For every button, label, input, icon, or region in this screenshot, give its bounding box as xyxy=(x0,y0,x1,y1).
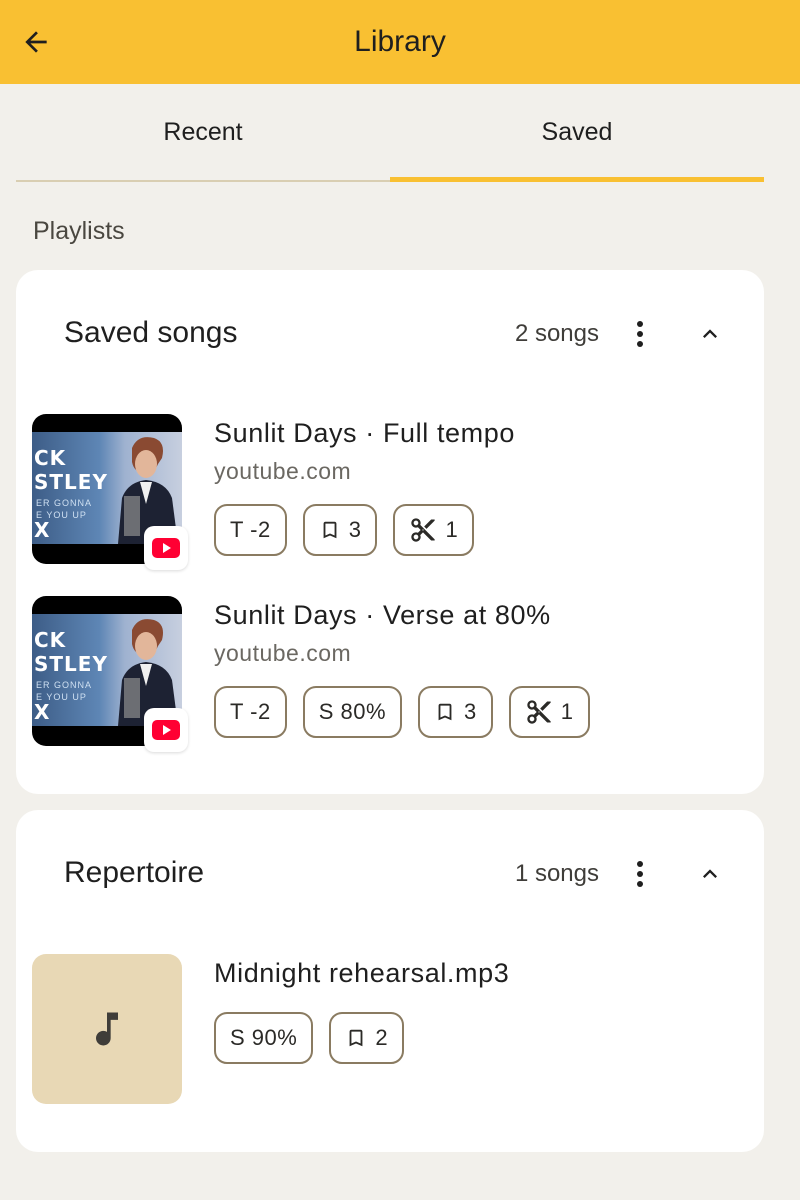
playlist-count: 1 songs xyxy=(514,860,599,887)
playlist-count: 2 songs xyxy=(514,320,599,347)
more-vert-icon xyxy=(637,321,643,347)
playlist-card-repertoire: Repertoire 1 songs Midnight rehearsal.mp… xyxy=(16,810,764,1152)
app-bar: Library xyxy=(0,0,800,84)
cuts-chip: 1 xyxy=(508,686,590,738)
list-item[interactable]: Midnight rehearsal.mp3 S 90% 2 xyxy=(32,954,752,1104)
audio-thumbnail xyxy=(32,954,182,1104)
playlist-collapse-button[interactable] xyxy=(690,316,730,352)
tab-saved[interactable]: Saved xyxy=(390,84,764,182)
bookmark-icon xyxy=(349,1029,363,1047)
list-item[interactable]: CK STLEY ER GONNA E YOU UP X Sunlit Days… xyxy=(32,596,752,752)
thumbnail-text: CK xyxy=(34,628,67,652)
cuts-chip: 1 xyxy=(393,504,475,556)
bookmarks-chip: 2 xyxy=(329,1012,405,1064)
back-button[interactable] xyxy=(14,20,58,64)
song-title: Midnight rehearsal.mp3 xyxy=(214,958,510,988)
chevron-up-icon xyxy=(703,869,717,878)
song-title: Sunlit Days · Full tempo xyxy=(214,418,515,448)
thumbnail-text: STLEY xyxy=(34,652,108,676)
youtube-badge xyxy=(144,708,188,752)
section-label: Playlists xyxy=(33,217,125,245)
tab-recent[interactable]: Recent xyxy=(16,84,390,180)
playlist-collapse-button[interactable] xyxy=(690,856,730,892)
youtube-icon xyxy=(152,538,180,558)
youtube-icon xyxy=(152,720,180,740)
list-item[interactable]: CK STLEY ER GONNA E YOU UP X Sunlit Days… xyxy=(32,414,752,570)
bookmark-icon xyxy=(438,703,452,721)
playlist-header[interactable]: Saved songs 2 songs xyxy=(16,270,764,398)
playlist-menu-button[interactable] xyxy=(624,316,656,352)
chip-row: T -2 3 1 xyxy=(214,504,475,556)
bookmark-icon xyxy=(323,521,337,539)
thumbnail-text: STLEY xyxy=(34,470,108,494)
bookmarks-chip: 3 xyxy=(418,686,493,738)
playlist-header[interactable]: Repertoire 1 songs xyxy=(16,810,764,938)
playlist-menu-button[interactable] xyxy=(624,856,656,892)
thumbnail-text: X xyxy=(34,518,51,542)
transpose-chip: T -2 xyxy=(214,686,287,738)
more-vert-icon xyxy=(637,861,643,887)
playlist-title: Repertoire xyxy=(64,856,205,889)
transpose-chip: T -2 xyxy=(214,504,287,556)
thumbnail-text: ER GONNA xyxy=(36,680,93,690)
youtube-badge xyxy=(144,526,188,570)
bookmarks-chip: 3 xyxy=(302,504,378,556)
speed-chip: S 80% xyxy=(302,686,403,738)
music-note-icon xyxy=(96,1012,118,1046)
playlist-card-saved-songs: Saved songs 2 songs CK STLEY ER GONNA E … xyxy=(16,270,764,794)
scissors-icon xyxy=(527,700,551,724)
scissors-icon xyxy=(411,518,436,542)
thumbnail-text: X xyxy=(34,700,51,724)
tab-bar: Recent Saved xyxy=(16,84,764,182)
page-title: Library xyxy=(354,25,446,58)
playlist-title: Saved songs xyxy=(64,316,238,349)
arrow-back-icon xyxy=(25,31,47,53)
chip-row: S 90% 2 xyxy=(214,1012,405,1064)
thumbnail-text: CK xyxy=(34,446,67,470)
chip-row: T -2 S 80% 3 1 xyxy=(214,686,590,738)
song-source: youtube.com xyxy=(214,640,352,666)
thumbnail-text: ER GONNA xyxy=(36,498,93,508)
song-title: Sunlit Days · Verse at 80% xyxy=(214,600,551,630)
chevron-up-icon xyxy=(703,329,717,338)
speed-chip: S 90% xyxy=(214,1012,314,1064)
song-source: youtube.com xyxy=(214,458,352,484)
